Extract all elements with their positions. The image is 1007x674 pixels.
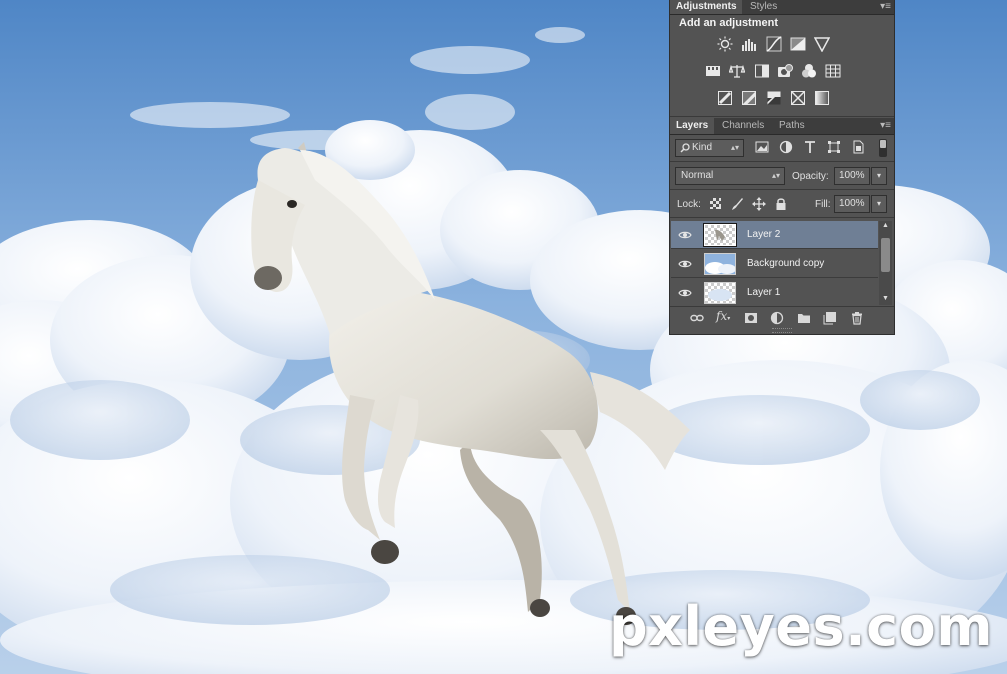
visibility-eye-icon[interactable] [678, 228, 692, 242]
panel-divider [670, 161, 894, 162]
filter-shape-icon[interactable] [827, 140, 841, 154]
blend-mode-value: Normal [681, 170, 714, 181]
adjustments-title: Add an adjustment [679, 17, 779, 29]
new-layer-icon[interactable] [823, 311, 837, 325]
posterize-icon[interactable] [741, 90, 757, 106]
panel-divider [670, 306, 894, 307]
add-layer-mask-icon[interactable] [744, 311, 758, 325]
filter-kind-label: Kind [692, 142, 713, 153]
lock-image-pixels-icon[interactable] [730, 197, 744, 211]
tab-adjustments[interactable]: Adjustments [670, 0, 742, 14]
layer-name: Layer 1 [747, 287, 781, 298]
layer-row-layer-1[interactable]: Layer 1 [671, 279, 878, 307]
blend-mode-select[interactable]: Normal ▴▾ [675, 167, 785, 185]
invert-icon[interactable] [717, 90, 733, 106]
lock-all-icon[interactable] [775, 197, 787, 211]
filter-type-icon[interactable] [803, 140, 817, 154]
scroll-down-icon[interactable]: ▼ [882, 295, 889, 302]
layers-scrollbar-thumb[interactable] [881, 238, 890, 272]
delete-layer-trash-icon[interactable] [850, 311, 864, 325]
tab-styles[interactable]: Styles [744, 0, 783, 14]
filter-toggle-switch[interactable] [879, 139, 887, 157]
tab-layers[interactable]: Layers [670, 118, 714, 134]
threshold-icon[interactable] [766, 90, 782, 106]
panel-resize-grip[interactable] [772, 328, 792, 333]
filter-pixel-icon[interactable] [755, 140, 769, 154]
tab-paths[interactable]: Paths [773, 118, 811, 134]
gradient-map-icon[interactable] [814, 90, 830, 106]
new-adjustment-layer-icon[interactable] [770, 311, 784, 325]
panel-divider [670, 189, 894, 190]
fill-input[interactable]: 100% [834, 195, 870, 213]
chevron-updown-icon: ▴▾ [771, 171, 780, 180]
new-group-folder-icon[interactable] [797, 311, 811, 325]
scroll-up-icon[interactable]: ▲ [882, 222, 889, 229]
fill-label: Fill: [815, 199, 831, 210]
black-white-icon[interactable] [754, 63, 770, 79]
tab-channels[interactable]: Channels [716, 118, 770, 134]
visibility-eye-icon[interactable] [678, 286, 692, 300]
exposure-icon[interactable] [790, 36, 806, 52]
search-icon [680, 143, 690, 153]
filter-adjustment-icon[interactable] [779, 140, 793, 154]
adjustments-tab-bar: Adjustments Styles ▾≡ [670, 0, 894, 15]
curves-icon[interactable] [766, 36, 782, 52]
layer-filter-kind-select[interactable]: Kind ▴▾ [675, 139, 744, 157]
photo-filter-icon[interactable] [777, 63, 793, 79]
layer-thumbnail [704, 253, 736, 275]
panel-divider [670, 217, 894, 218]
levels-icon[interactable] [741, 36, 757, 52]
opacity-input[interactable]: 100% [834, 167, 870, 185]
panel-divider [670, 116, 894, 117]
lock-label: Lock: [677, 199, 701, 210]
layer-thumbnail [703, 223, 737, 247]
opacity-label: Opacity: [792, 171, 829, 182]
color-lookup-icon[interactable] [825, 63, 841, 79]
hue-saturation-icon[interactable] [705, 63, 721, 79]
link-layers-icon[interactable] [690, 311, 704, 325]
channel-mixer-icon[interactable] [801, 63, 817, 79]
lock-position-icon[interactable] [752, 197, 766, 211]
layers-tab-bar: Layers Channels Paths ▾≡ [670, 118, 894, 135]
fill-slider-button[interactable]: ▾ [871, 195, 887, 213]
chevron-updown-icon: ▴▾ [730, 143, 739, 152]
layer-style-fx-icon[interactable]: fx▾ [716, 309, 730, 323]
pxleyes-watermark: pxleyes.com [609, 595, 993, 658]
brightness-contrast-icon[interactable] [717, 36, 733, 52]
layer-name: Layer 2 [747, 229, 781, 240]
layer-thumbnail [704, 282, 736, 304]
panel-menu-icon[interactable]: ▾≡ [880, 0, 891, 13]
visibility-eye-icon[interactable] [678, 257, 692, 271]
photoshop-panel-dock: Adjustments Styles ▾≡ Add an adjustment [669, 0, 895, 335]
opacity-slider-button[interactable]: ▾ [871, 167, 887, 185]
selective-color-icon[interactable] [790, 90, 806, 106]
layer-name: Background copy [747, 258, 825, 269]
color-balance-icon[interactable] [729, 63, 745, 79]
filter-smart-object-icon[interactable] [851, 140, 865, 154]
lock-transparent-pixels-icon[interactable] [709, 197, 722, 210]
layer-row-background-copy[interactable]: Background copy [671, 250, 878, 278]
panel-menu-icon[interactable]: ▾≡ [880, 118, 891, 134]
layer-row-layer-2[interactable]: Layer 2 [671, 221, 878, 249]
vibrance-icon[interactable] [814, 36, 830, 52]
